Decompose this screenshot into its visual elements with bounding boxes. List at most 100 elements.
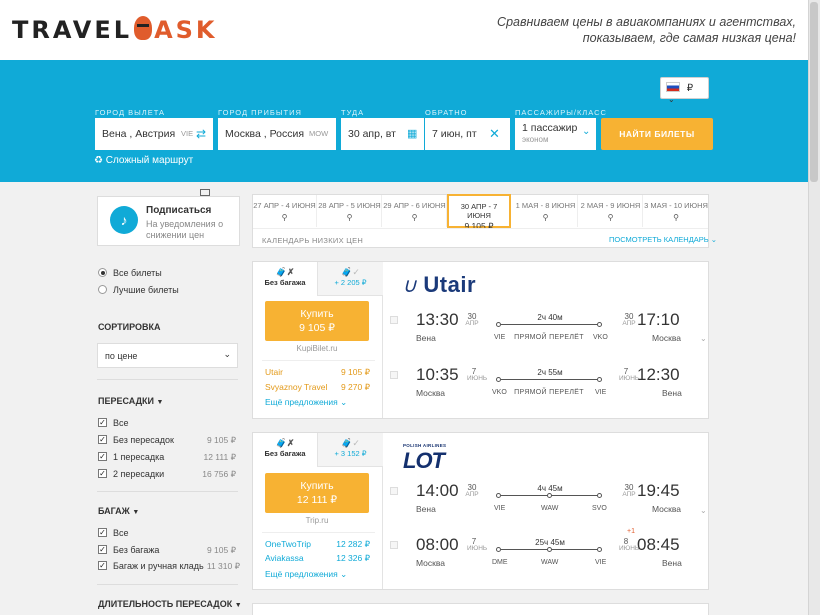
agent-name[interactable]: OneTwoTrip [265, 539, 311, 549]
leg-select-checkbox[interactable] [390, 541, 398, 549]
tab-with-baggage-price: + 2 205 ₽ [334, 278, 367, 287]
depart-label: Туда [341, 108, 365, 117]
calendar-range: 30 АПР - 7 ИЮНЯ [460, 202, 498, 220]
leg-select-checkbox[interactable] [390, 371, 398, 379]
stops-all-label: Все [113, 418, 129, 428]
depart-field[interactable]: 30 апр, вт ▦ [341, 118, 424, 150]
calendar-range: 2 МАЯ - 9 ИЮНЯ [580, 201, 641, 210]
agent-price[interactable]: 12 282 ₽ [320, 539, 370, 550]
dep-time: 13:30 [416, 310, 459, 329]
arr-date: 7 ИЮНЬ [619, 368, 639, 383]
agent-name[interactable]: Utair [265, 367, 283, 377]
baggage-none-checkbox[interactable]: ✓ [98, 545, 107, 554]
to-field[interactable]: Москва , Россия MOW [218, 118, 336, 150]
arr-code: VIE [595, 389, 607, 396]
travelask-logo[interactable]: TRAVEL ASK [12, 16, 218, 44]
route-line [501, 324, 598, 325]
view-calendar-link[interactable]: ПОСМОТРЕТЬ КАЛЕНДАРЬ ⌄ [609, 235, 717, 244]
buy-label: Купить [300, 480, 334, 492]
layover-filter-title[interactable]: ДЛИТЕЛЬНОСТЬ ПЕРЕСАДОК ▼ [98, 599, 242, 609]
route-end-dot [597, 547, 602, 552]
dep-code: VKO [492, 389, 507, 396]
sidebar-toggle-icon[interactable] [200, 189, 210, 196]
tagline-line-1: Сравниваем цены в авиакомпаниях и агентс… [497, 15, 796, 29]
leg-select-checkbox[interactable] [390, 487, 398, 495]
logo-text-right: ASK [154, 16, 218, 44]
tab-with-baggage[interactable]: 🧳✓ + 2 205 ₽ [318, 262, 383, 296]
baggage-full-checkbox[interactable]: ✓ [98, 561, 107, 570]
from-field[interactable]: Вена , Австрия VIE ⇄ [95, 118, 213, 150]
buy-button[interactable]: Купить 9 105 ₽ [265, 301, 369, 341]
chevron-down-icon[interactable]: ⌄ [700, 506, 707, 515]
logo-face-icon [134, 16, 153, 40]
stops-one-checkbox[interactable]: ✓ [98, 452, 107, 461]
sort-select[interactable]: по цене ⌄ [97, 343, 238, 368]
subscribe-title: Подписаться [146, 205, 212, 216]
layover-title: ДЛИТЕЛЬНОСТЬ ПЕРЕСАДОК [98, 599, 233, 609]
complex-route-link[interactable]: ♻ Сложный маршрут [94, 155, 193, 166]
tab-no-baggage[interactable]: 🧳✗ Без багажа [253, 433, 318, 467]
calendar-cell[interactable]: 27 АПР - 4 ИЮНЯ ⚲ [253, 195, 317, 227]
route-type: ПРЯМОЙ ПЕРЕЛЁТ [514, 389, 584, 396]
calendar-cell[interactable]: 1 МАЯ - 8 ИЮНЯ ⚲ [514, 195, 578, 227]
calendar-cell[interactable]: 2 МАЯ - 9 ИЮНЯ ⚲ [579, 195, 643, 227]
dep-city: Вена [416, 333, 436, 343]
chevron-down-icon[interactable]: ⌄ [700, 334, 707, 343]
stops-none-checkbox[interactable]: ✓ [98, 435, 107, 444]
dep-time: 08:00 [416, 535, 459, 554]
calendar-cell[interactable]: 28 АПР - 5 ИЮНЯ ⚲ [318, 195, 382, 227]
baggage-all-checkbox[interactable]: ✓ [98, 528, 107, 537]
calendar-cell-selected[interactable]: 30 АПР - 7 ИЮНЯ 9 105 ₽ [447, 194, 511, 231]
calendar-cell[interactable]: 3 МАЯ - 10 ИЮНЯ ⚲ [644, 195, 708, 227]
agent-name[interactable]: Aviakassa [265, 553, 304, 563]
search-icon: ⚲ [673, 213, 679, 222]
agent-price[interactable]: 9 270 ₽ [320, 382, 370, 393]
from-value: Вена , Австрия [102, 128, 176, 140]
stops-all-checkbox[interactable]: ✓ [98, 418, 107, 427]
dep-code: VIE [494, 505, 506, 512]
radio-all-tickets[interactable] [98, 268, 107, 277]
to-code: MOW [309, 129, 329, 138]
currency-selector[interactable]: ₽ ⌄ [660, 77, 709, 104]
agent-price[interactable]: 9 105 ₽ [320, 367, 370, 378]
tab-with-baggage[interactable]: 🧳✓ + 3 152 ₽ [318, 433, 383, 467]
calendar-cell[interactable]: 29 АПР - 6 ИЮНЯ ⚲ [383, 195, 447, 227]
clear-icon[interactable]: ✕ [489, 118, 500, 150]
baggage-none-label: Без багажа [113, 545, 160, 555]
leg-select-checkbox[interactable] [390, 316, 398, 324]
arr-city: Вена [662, 558, 682, 568]
divider [97, 379, 238, 380]
stops-filter-title[interactable]: ПЕРЕСАДКИ ▼ [98, 396, 163, 406]
dep-date: 7 ИЮНЬ [467, 368, 487, 383]
search-icon: ⚲ [346, 213, 353, 222]
pax-field[interactable]: 1 пассажир эконом ⌄ [515, 118, 596, 150]
logo-text-left: TRAVEL [12, 16, 133, 44]
stops-one-label: 1 пересадка [113, 452, 165, 462]
arr-code: SVO [592, 505, 607, 512]
dep-time: 14:00 [416, 481, 459, 500]
agent-name[interactable]: Svyaznoy Travel [265, 382, 327, 392]
arr-day: 8 [623, 537, 629, 546]
swap-icon[interactable]: ⇄ [196, 118, 206, 150]
arr-date: 8 ИЮНЬ [619, 537, 639, 553]
scrollbar-thumb[interactable] [810, 2, 818, 182]
more-offers-label: Ещё предложения [265, 397, 338, 407]
stops-two-checkbox[interactable]: ✓ [98, 469, 107, 478]
find-tickets-button[interactable]: НАЙТИ БИЛЕТЫ [601, 118, 713, 150]
stops-two-label: 2 пересадки [113, 469, 165, 479]
search-icon: ⚲ [542, 213, 549, 222]
dep-month: ИЮНЬ [467, 375, 488, 382]
agent-price[interactable]: 12 326 ₽ [320, 553, 370, 564]
dep-city: Москва [416, 558, 446, 568]
more-offers-link[interactable]: Ещё предложения ⌄ [265, 397, 347, 408]
buy-button[interactable]: Купить 12 111 ₽ [265, 473, 369, 513]
arr-time: 08:45 [637, 535, 680, 554]
radio-best-tickets[interactable] [98, 285, 107, 294]
pax-value: 1 пассажир [522, 122, 578, 134]
tab-no-baggage[interactable]: 🧳✗ Без багажа [253, 262, 318, 296]
lot-logo: POLISH AIRLINES LOT [403, 443, 446, 474]
more-offers-link[interactable]: Ещё предложения ⌄ [265, 569, 347, 580]
return-field[interactable]: 7 июн, пт ✕ [425, 118, 510, 150]
duration: 25ч 45м [535, 538, 565, 547]
baggage-filter-title[interactable]: БАГАЖ ▼ [98, 506, 139, 516]
